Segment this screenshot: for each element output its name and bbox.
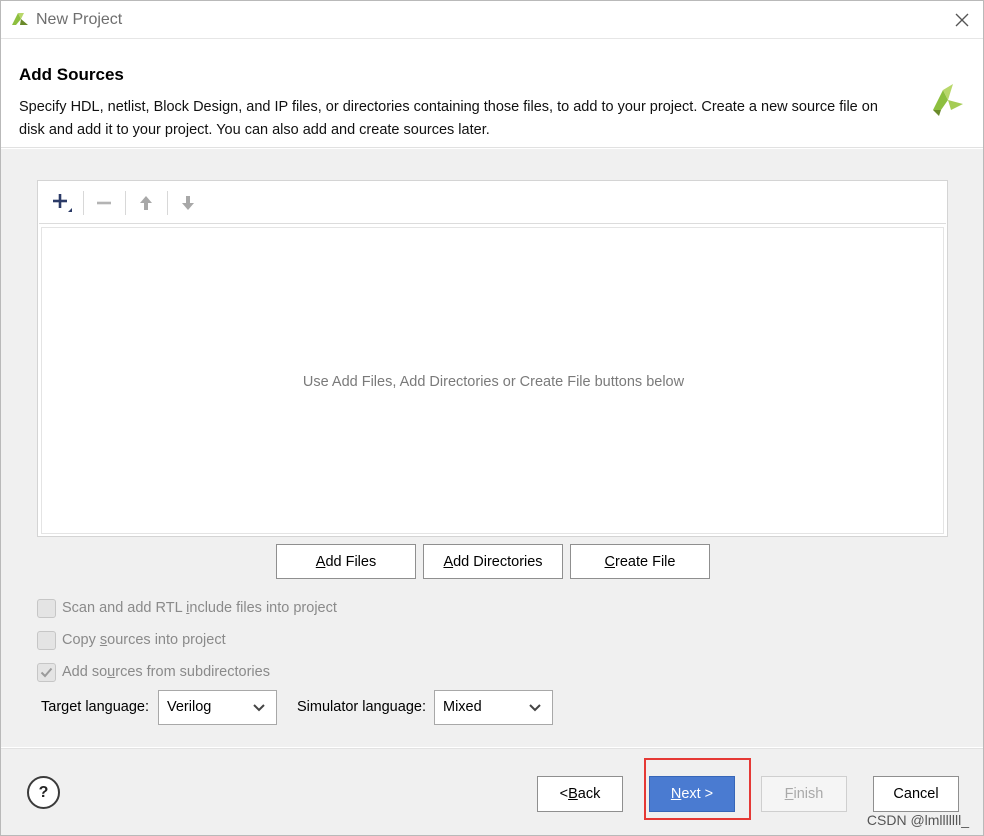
cancel-button[interactable]: Cancel (873, 776, 959, 812)
next-button[interactable]: Next > (649, 776, 735, 812)
toolbar-separator (125, 191, 126, 215)
create-file-label: reate File (615, 553, 676, 570)
chevron-down-icon (529, 704, 541, 712)
remove-source-button[interactable] (91, 190, 117, 216)
move-up-button[interactable] (133, 190, 159, 216)
scan-rtl-option[interactable]: Scan and add RTL include files into proj… (37, 597, 337, 619)
add-files-mnemonic: A (315, 553, 326, 570)
finish-button[interactable]: Finish (761, 776, 847, 812)
back-button[interactable]: < Back (537, 776, 623, 812)
close-button[interactable] (949, 7, 975, 33)
target-language-value: Verilog (167, 699, 212, 715)
toolbar-separator (167, 191, 168, 215)
sources-toolbar (39, 182, 946, 224)
target-language-label: Target language: (41, 699, 150, 715)
arrow-down-icon (182, 196, 194, 210)
plus-icon (53, 194, 72, 212)
vivado-app-icon (12, 13, 28, 25)
target-language-select[interactable]: Verilog (158, 690, 277, 725)
copy-sources-label: Copy sources into project (62, 632, 226, 648)
add-subdirectories-checkbox[interactable] (37, 662, 56, 682)
simulator-language-label: Simulator language: (297, 699, 426, 715)
sources-panel: Use Add Files, Add Directories or Create… (37, 180, 948, 537)
toolbar-separator (83, 191, 84, 215)
create-file-mnemonic: C (604, 553, 616, 570)
move-down-button[interactable] (175, 190, 201, 216)
add-files-button[interactable]: Add Files (276, 544, 416, 579)
content-area: Use Add Files, Add Directories or Create… (1, 149, 983, 747)
new-project-dialog: New Project Add Sources Specify HDL, net… (0, 0, 984, 836)
xilinx-logo-icon (933, 84, 963, 116)
dialog-footer: ? < Back Next > Finish Cancel CSDN @lmll… (1, 748, 983, 835)
arrow-up-icon (140, 196, 152, 210)
simulator-language-value: Mixed (443, 699, 482, 715)
scan-rtl-checkbox[interactable] (37, 598, 56, 618)
window-title: New Project (36, 11, 123, 28)
add-files-label: dd Files (325, 553, 377, 570)
page-description: Specify HDL, netlist, Block Design, and … (19, 99, 878, 138)
create-file-button[interactable]: Create File (570, 544, 710, 579)
add-directories-button[interactable]: Add Directories (423, 544, 563, 579)
copy-sources-checkbox[interactable] (37, 630, 56, 650)
page-header: Add Sources Specify HDL, netlist, Block … (1, 40, 983, 148)
scan-rtl-label: Scan and add RTL include files into proj… (62, 600, 337, 616)
page-title: Add Sources (19, 65, 124, 84)
add-source-button[interactable] (49, 190, 75, 216)
add-directories-label: dd Directories (453, 553, 543, 570)
sources-list[interactable]: Use Add Files, Add Directories or Create… (41, 227, 944, 534)
add-subdirectories-option[interactable]: Add sources from subdirectories (37, 661, 270, 683)
simulator-language-select[interactable]: Mixed (434, 690, 553, 725)
close-icon (955, 13, 969, 27)
watermark-text: CSDN @lmlllllll_ (866, 812, 969, 828)
add-subdirectories-label: Add sources from subdirectories (62, 664, 270, 680)
empty-list-hint: Use Add Files, Add Directories or Create… (302, 374, 685, 390)
add-directories-mnemonic: A (443, 553, 454, 570)
chevron-down-icon (253, 704, 265, 712)
help-button[interactable]: ? (27, 776, 60, 809)
copy-sources-option[interactable]: Copy sources into project (37, 629, 226, 651)
minus-icon (97, 201, 111, 205)
checkmark-icon (40, 667, 53, 677)
title-bar: New Project (1, 1, 983, 39)
